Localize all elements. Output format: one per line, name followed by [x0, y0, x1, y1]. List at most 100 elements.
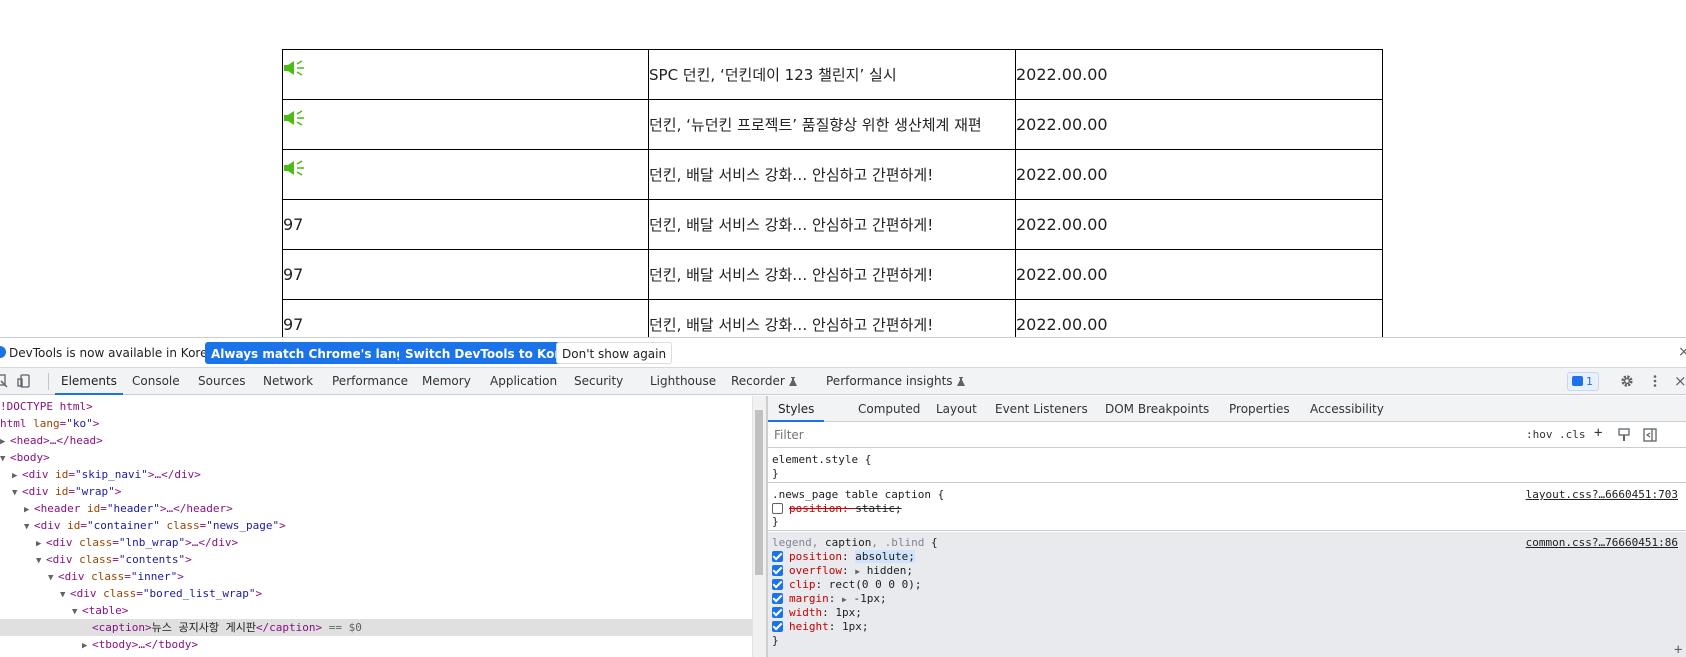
attr-name: lang	[33, 417, 60, 430]
news-title-link[interactable]: 던킨, ‘뉴던킨 프로젝트’ 품질향상 위한 생산체계 재편	[648, 99, 1016, 150]
tab-properties[interactable]: Properties	[1229, 396, 1290, 422]
device-toolbar-icon[interactable]	[17, 374, 31, 388]
tab-styles[interactable]: Styles	[768, 396, 825, 422]
expand-triangle-icon[interactable]: ▶	[82, 638, 92, 655]
tbody-tag: <tbody>…</tbody>	[92, 638, 198, 651]
div-tag: div	[52, 536, 73, 549]
declaration-checkbox[interactable]	[772, 579, 783, 590]
toggle-sidebar-icon[interactable]	[1643, 428, 1657, 442]
declaration-checkbox[interactable]	[772, 551, 783, 562]
dom-node[interactable]: ▼ <div class="inner">	[0, 568, 752, 585]
new-rule-button[interactable]: +	[1594, 425, 1602, 441]
infobar-close-icon[interactable]: ×	[1678, 344, 1686, 360]
css-declaration[interactable]: position: absolute;	[772, 550, 915, 564]
css-value: 1px;	[835, 606, 862, 619]
more-options-icon[interactable]	[1648, 374, 1662, 388]
css-property: clip	[789, 578, 816, 591]
attr-name: class	[103, 587, 137, 600]
tab-computed[interactable]: Computed	[858, 396, 920, 422]
css-declaration[interactable]: height: 1px;	[772, 620, 869, 634]
add-declaration-button[interactable]: +	[1674, 643, 1682, 657]
tab-sources[interactable]: Sources	[198, 368, 245, 395]
css-declaration[interactable]: overflow: ▶ hidden;	[772, 564, 913, 579]
declaration-checkbox[interactable]	[772, 607, 783, 618]
expand-shorthand-icon[interactable]: ▶	[855, 567, 860, 576]
dom-node[interactable]: ▶ <tbody>…</tbody>	[0, 636, 752, 653]
dom-node[interactable]: ▶ <div class="lnb_wrap">…</div>	[0, 534, 752, 551]
tab-lighthouse[interactable]: Lighthouse	[650, 368, 716, 395]
dom-node[interactable]: ▼ <body>	[0, 449, 752, 466]
news-title-link[interactable]: 던킨, 배달 서비스 강화… 안심하고 간편하게!	[648, 299, 1016, 337]
html-tag: html	[0, 417, 27, 430]
tab-network[interactable]: Network	[263, 368, 313, 395]
tab-application[interactable]: Application	[490, 368, 557, 395]
attr-name: id	[67, 519, 81, 532]
table-row[interactable]: 던킨, 배달 서비스 강화… 안심하고 간편하게! 2022.00.00	[282, 149, 1383, 200]
tab-console[interactable]: Console	[132, 368, 180, 395]
dom-node[interactable]: ▶ <header id="header">…</header>	[0, 500, 752, 517]
tab-performance[interactable]: Performance	[332, 368, 408, 395]
dom-node[interactable]: ▶ <div id="skip_navi">…</div>	[0, 466, 752, 483]
tab-event-listeners[interactable]: Event Listeners	[995, 396, 1088, 422]
dom-node[interactable]: ▼ <div id="container" class="news_page">	[0, 517, 752, 534]
issues-badge[interactable]: 1	[1567, 372, 1599, 391]
rule-selector[interactable]: .news_page table caption {	[772, 488, 944, 502]
paint-brush-icon[interactable]	[1617, 428, 1631, 442]
dom-node[interactable]: ▼ <div class="contents">	[0, 551, 752, 568]
declaration-checkbox[interactable]	[772, 621, 783, 632]
table-row[interactable]: 97 던킨, 배달 서비스 강화… 안심하고 간편하게! 2022.00.00	[282, 249, 1383, 300]
news-date: 2022.00.00	[1015, 49, 1383, 100]
gear-icon[interactable]	[1620, 374, 1634, 388]
rule-source-link[interactable]: layout.css?…6660451:703	[1526, 488, 1678, 502]
css-value: -1px;	[853, 592, 887, 605]
hover-state-toggle[interactable]: :hov	[1526, 428, 1553, 441]
expand-shorthand-icon[interactable]: ▶	[842, 595, 847, 604]
dom-node-selected[interactable]: <caption>뉴스 공지사항 게시판</caption> == $0	[0, 619, 752, 636]
tab-dom-breakpoints[interactable]: DOM Breakpoints	[1105, 396, 1209, 422]
tab-accessibility[interactable]: Accessibility	[1310, 396, 1384, 422]
news-title-link[interactable]: 던킨, 배달 서비스 강화… 안심하고 간편하게!	[648, 149, 1016, 200]
css-declaration[interactable]: clip: rect(0 0 0 0);	[772, 578, 921, 592]
styles-filter-input[interactable]	[772, 425, 1512, 445]
rule-selector[interactable]: element.style {	[772, 453, 871, 467]
news-title-link[interactable]: 던킨, 배달 서비스 강화… 안심하고 간편하게!	[648, 199, 1016, 250]
dom-node[interactable]: ▶ <head>…</head>	[0, 432, 752, 449]
collapsed-close: >…</div>	[185, 536, 239, 549]
attr-value: "news_page"	[206, 519, 280, 532]
dom-node[interactable]: ▼ <table>	[0, 602, 752, 619]
rule-source-link[interactable]: common.css?…76660451:86	[1526, 536, 1678, 550]
declaration-checkbox[interactable]	[772, 593, 783, 604]
css-declaration[interactable]: position: static;	[772, 502, 902, 516]
css-property: position	[789, 502, 842, 515]
dom-node[interactable]: !DOCTYPE html>	[0, 398, 752, 415]
tab-security[interactable]: Security	[574, 368, 623, 395]
css-declaration[interactable]: margin: ▶ -1px;	[772, 592, 887, 607]
table-row[interactable]: 97 던킨, 배달 서비스 강화… 안심하고 간편하게! 2022.00.00	[282, 299, 1383, 337]
declaration-checkbox[interactable]	[772, 503, 783, 514]
news-title-link[interactable]: 던킨, 배달 서비스 강화… 안심하고 간편하게!	[648, 249, 1016, 300]
dom-scrollbar-thumb[interactable]	[755, 410, 763, 575]
news-title-link[interactable]: SPC 던킨, ‘던킨데이 123 챌린지’ 실시	[648, 49, 1016, 100]
tab-elements[interactable]: Elements	[55, 368, 123, 395]
tab-recorder[interactable]: Recorder	[731, 368, 797, 395]
div-tag: div	[64, 570, 85, 583]
dom-node[interactable]: ▼ <div id="wrap">	[0, 483, 752, 500]
dom-node[interactable]: ▼ <div class="bored_list_wrap">	[0, 585, 752, 602]
head-tag: <head>…</head>	[10, 434, 103, 447]
class-toggle[interactable]: .cls	[1559, 428, 1586, 441]
inspect-element-icon[interactable]	[0, 374, 8, 388]
dont-show-again-button[interactable]: Don't show again	[556, 342, 673, 364]
rule-selector[interactable]: legend, caption, .blind {	[772, 536, 938, 550]
table-row[interactable]: 97 던킨, 배달 서비스 강화… 안심하고 간편하게! 2022.00.00	[282, 199, 1383, 250]
table-row[interactable]: SPC 던킨, ‘던킨데이 123 챌린지’ 실시 2022.00.00	[282, 49, 1383, 100]
tab-performance-insights[interactable]: Performance insights	[826, 368, 965, 395]
table-row[interactable]: 던킨, ‘뉴던킨 프로젝트’ 품질향상 위한 생산체계 재편 2022.00.0…	[282, 99, 1383, 150]
tab-layout[interactable]: Layout	[936, 396, 977, 422]
declaration-checkbox[interactable]	[772, 565, 783, 576]
css-declaration[interactable]: width: 1px;	[772, 606, 862, 620]
dom-node[interactable]: html lang="ko">	[0, 415, 752, 432]
attr-value: "bored_list_wrap"	[142, 587, 256, 600]
toolbar-separator	[48, 373, 49, 390]
tab-memory[interactable]: Memory	[422, 368, 471, 395]
close-devtools-icon[interactable]: ×	[1674, 368, 1686, 395]
